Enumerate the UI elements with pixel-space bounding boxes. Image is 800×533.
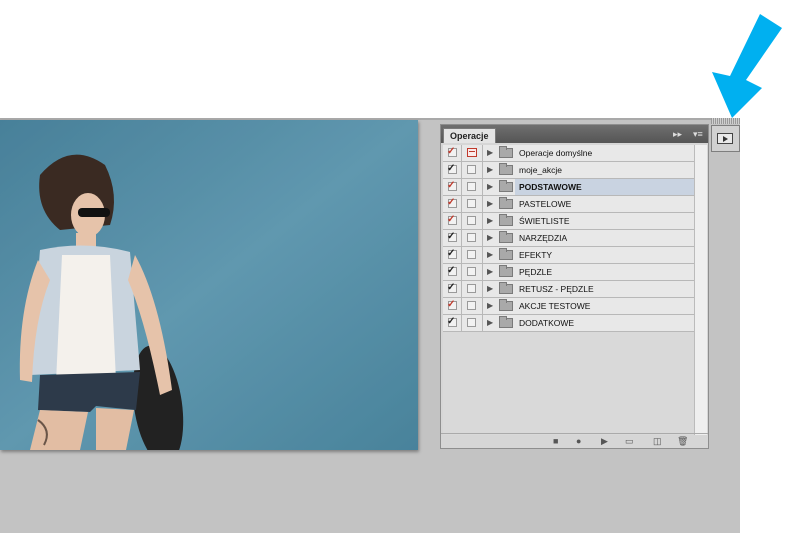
- folder-icon: [499, 231, 513, 243]
- expand-arrow-icon[interactable]: ▶: [487, 147, 493, 159]
- expand-arrow-icon[interactable]: ▶: [487, 283, 493, 295]
- actions-list: ✓ ▶ Operacje domyślne ✓ ▶ moje_akcje ✓ ▶ PODSTAW…: [443, 145, 694, 435]
- action-row[interactable]: ✓ ▶ EFEKTY: [443, 247, 694, 264]
- panel-footer: ■ ● ▶ ▭ ◫ 🗑: [441, 433, 708, 448]
- action-row[interactable]: ✓ ▶ PODSTAWOWE: [443, 179, 694, 196]
- action-set-label: moje_akcje: [519, 165, 562, 175]
- action-set-label: PODSTAWOWE: [519, 182, 582, 192]
- checkmark-icon: ✓: [447, 316, 456, 327]
- action-row[interactable]: ✓ ▶ PĘDZLE: [443, 264, 694, 281]
- toggle-item-checkbox[interactable]: ✓: [444, 145, 462, 161]
- actions-panel-icon: [717, 133, 733, 144]
- toggle-item-checkbox[interactable]: ✓: [444, 196, 462, 212]
- toggle-dialog-checkbox[interactable]: [462, 281, 483, 297]
- checkmark-icon: ✓: [447, 231, 456, 242]
- toggle-dialog-checkbox[interactable]: [462, 196, 483, 212]
- expand-arrow-icon[interactable]: ▶: [487, 198, 493, 210]
- toggle-item-checkbox[interactable]: ✓: [444, 179, 462, 195]
- folder-icon: [499, 265, 513, 277]
- folder-icon: [499, 282, 513, 294]
- checkmark-icon: ✓: [447, 146, 456, 157]
- folder-icon: [499, 197, 513, 209]
- expand-arrow-icon[interactable]: ▶: [487, 215, 493, 227]
- document-photo: [0, 120, 418, 450]
- new-action-icon[interactable]: ◫: [653, 436, 662, 446]
- checkmark-icon: ✓: [447, 163, 456, 174]
- action-set-label: NARZĘDZIA: [519, 233, 568, 243]
- toggle-dialog-checkbox[interactable]: [462, 298, 483, 314]
- expand-arrow-icon[interactable]: ▶: [487, 300, 493, 312]
- toggle-dialog-checkbox[interactable]: [462, 230, 483, 246]
- folder-icon: [499, 316, 513, 328]
- action-set-label: RETUSZ - PĘDZLE: [519, 284, 594, 294]
- panel-header: Operacje ▸▸ ▾≡: [441, 125, 708, 143]
- toggle-dialog-checkbox[interactable]: [462, 247, 483, 263]
- action-row[interactable]: ✓ ▶ PASTELOWE: [443, 196, 694, 213]
- delete-icon[interactable]: 🗑: [677, 436, 688, 446]
- action-set-label: Operacje domyślne: [519, 148, 593, 158]
- expand-arrow-icon[interactable]: ▶: [487, 181, 493, 193]
- record-icon[interactable]: ●: [576, 436, 581, 446]
- action-set-label: EFEKTY: [519, 250, 553, 260]
- checkmark-icon: ✓: [447, 214, 456, 225]
- toggle-dialog-checkbox[interactable]: [462, 162, 483, 178]
- action-set-label: AKCJE TESTOWE: [519, 301, 591, 311]
- stop-icon[interactable]: ■: [553, 436, 558, 446]
- folder-icon: [499, 214, 513, 226]
- action-row[interactable]: ✓ ▶ moje_akcje: [443, 162, 694, 179]
- toggle-item-checkbox[interactable]: ✓: [444, 213, 462, 229]
- tab-operacje[interactable]: Operacje: [443, 128, 496, 143]
- action-row[interactable]: ✓ ▶ RETUSZ - PĘDZLE: [443, 281, 694, 298]
- scrollbar[interactable]: [694, 145, 707, 435]
- checkmark-icon: ✓: [447, 248, 456, 259]
- checkmark-icon: ✓: [447, 197, 456, 208]
- toggle-dialog-checkbox[interactable]: [462, 315, 483, 331]
- play-icon[interactable]: ▶: [601, 436, 608, 446]
- toggle-item-checkbox[interactable]: ✓: [444, 281, 462, 297]
- toggle-item-checkbox[interactable]: ✓: [444, 315, 462, 331]
- checkmark-icon: ✓: [447, 265, 456, 276]
- expand-arrow-icon[interactable]: ▶: [487, 164, 493, 176]
- action-row[interactable]: ✓ ▶ ŚWIETLISTE: [443, 213, 694, 230]
- dialog-icon: [467, 148, 477, 157]
- checkmark-icon: ✓: [447, 180, 456, 191]
- toggle-item-checkbox[interactable]: ✓: [444, 247, 462, 263]
- photo-image: [0, 120, 418, 450]
- actions-panel-collapsed-button[interactable]: [711, 125, 740, 152]
- double-arrow-icon[interactable]: ▸▸: [673, 128, 682, 140]
- new-set-icon[interactable]: ▭: [625, 436, 634, 446]
- toggle-item-checkbox[interactable]: ✓: [444, 264, 462, 280]
- toggle-item-checkbox[interactable]: ✓: [444, 162, 462, 178]
- menu-icon[interactable]: ▾≡: [693, 128, 703, 140]
- action-row[interactable]: ✓ ▶ Operacje domyślne: [443, 145, 694, 162]
- action-set-label: PĘDZLE: [519, 267, 553, 277]
- action-set-label: DODATKOWE: [519, 318, 575, 328]
- folder-icon: [499, 180, 513, 192]
- expand-arrow-icon[interactable]: ▶: [487, 317, 493, 329]
- folder-icon: [499, 248, 513, 260]
- folder-icon: [499, 146, 513, 158]
- toggle-dialog-checkbox[interactable]: [462, 264, 483, 280]
- folder-icon: [499, 299, 513, 311]
- action-row[interactable]: ✓ ▶ AKCJE TESTOWE: [443, 298, 694, 315]
- folder-icon: [499, 163, 513, 175]
- toggle-dialog-checkbox[interactable]: [462, 179, 483, 195]
- action-row[interactable]: ✓ ▶ DODATKOWE: [443, 315, 694, 332]
- checkmark-icon: ✓: [447, 282, 456, 293]
- annotation-arrow-icon: [712, 14, 782, 118]
- checkmark-icon: ✓: [447, 299, 456, 310]
- expand-arrow-icon[interactable]: ▶: [487, 266, 493, 278]
- action-set-label: PASTELOWE: [519, 199, 572, 209]
- toggle-dialog-checkbox[interactable]: [462, 213, 483, 229]
- action-row[interactable]: ✓ ▶ NARZĘDZIA: [443, 230, 694, 247]
- toggle-item-checkbox[interactable]: ✓: [444, 298, 462, 314]
- dock-grip[interactable]: [711, 118, 740, 124]
- toggle-dialog-checkbox[interactable]: [462, 145, 483, 161]
- actions-panel: Operacje ▸▸ ▾≡ ✓ ▶ Operacje domyślne ✓ ▶ moje…: [440, 124, 709, 449]
- expand-arrow-icon[interactable]: ▶: [487, 232, 493, 244]
- action-set-label: ŚWIETLISTE: [519, 216, 570, 226]
- expand-arrow-icon[interactable]: ▶: [487, 249, 493, 261]
- toggle-item-checkbox[interactable]: ✓: [444, 230, 462, 246]
